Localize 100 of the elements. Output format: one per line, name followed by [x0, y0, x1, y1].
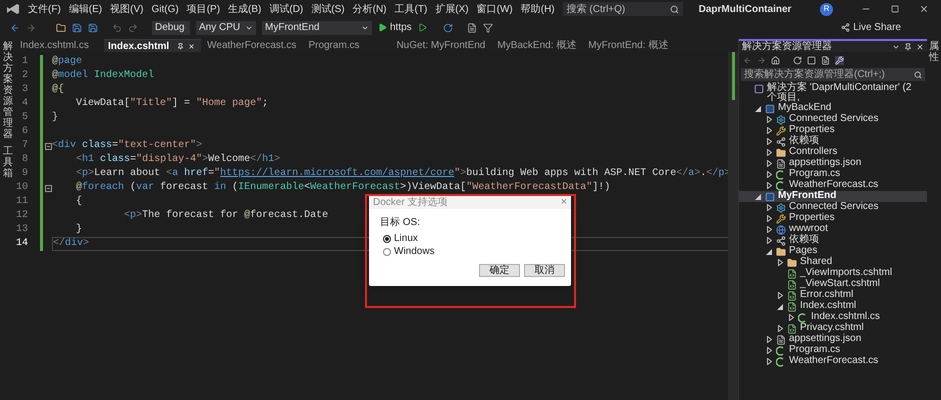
menu-item[interactable]: 项目(P)	[184, 2, 222, 16]
properties-icon[interactable]	[835, 56, 844, 64]
search-field[interactable]: 搜索 (Ctrl+Q)	[562, 2, 683, 16]
collapse-icon[interactable]	[45, 142, 52, 150]
scrollbar[interactable]	[728, 52, 738, 400]
radio-button[interactable]	[383, 235, 391, 243]
collapsed-arrow-icon[interactable]	[766, 358, 772, 365]
undo-icon[interactable]	[112, 22, 122, 32]
tree-item[interactable]: Index.cshtml.cs	[739, 312, 927, 323]
expanded-arrow-icon[interactable]	[755, 194, 761, 200]
menu-item[interactable]: 视图(V)	[108, 2, 146, 16]
menu-item[interactable]: 文件(F)	[26, 2, 63, 16]
tree-item[interactable]: MyFrontEnd	[739, 191, 927, 202]
tree-item[interactable]: appsettings.json	[739, 334, 927, 345]
pin-icon[interactable]	[177, 42, 184, 50]
menu-item[interactable]: 生成(B)	[226, 2, 264, 16]
tree-item[interactable]: Index.cshtml	[739, 301, 927, 312]
app-logo-icon[interactable]	[6, 3, 20, 15]
tree-item[interactable]: Properties	[739, 125, 927, 136]
editor-tab[interactable]: Index.cshtml.cs	[16, 39, 102, 52]
tree-item[interactable]: WeatherForecast.cs	[739, 356, 927, 367]
editor-tab[interactable]: Program.cs	[304, 39, 390, 52]
tree-item[interactable]: Error.cshtml	[739, 290, 927, 301]
collapsed-arrow-icon[interactable]	[766, 215, 772, 222]
maximize-icon[interactable]	[891, 5, 899, 13]
platform-dropdown[interactable]: Any CPU	[196, 20, 256, 34]
collapsed-arrow-icon[interactable]	[778, 259, 782, 266]
tree-item[interactable]: Properties	[739, 213, 927, 224]
expanded-arrow-icon[interactable]	[755, 106, 761, 112]
tree-item[interactable]: WeatherForecast.cs	[739, 180, 927, 191]
menu-item[interactable]: 窗口(W)	[474, 2, 515, 16]
radio-button[interactable]	[383, 248, 391, 256]
run-button[interactable]: https	[378, 20, 412, 35]
collapsed-arrow-icon[interactable]	[766, 149, 772, 156]
side-tab[interactable]: 解决方案资源管理器	[3, 41, 13, 140]
forward-icon[interactable]	[26, 22, 36, 32]
editor-tab[interactable]: MyBackEnd: 概述	[493, 39, 582, 52]
editor-tab[interactable]: WeatherForecast.cs	[203, 39, 302, 52]
menu-item[interactable]: 编辑(E)	[66, 2, 104, 16]
save-all-icon[interactable]	[88, 22, 98, 32]
sync-icon[interactable]	[793, 56, 802, 64]
collapsed-arrow-icon[interactable]	[766, 138, 772, 145]
tree-item[interactable]: Connected Services	[739, 114, 927, 125]
collapse-icon[interactable]	[45, 184, 52, 192]
collapsed-arrow-icon[interactable]	[766, 347, 772, 354]
menu-item[interactable]: 扩展(X)	[433, 2, 471, 16]
collapsed-arrow-icon[interactable]	[766, 336, 772, 343]
close-icon[interactable]	[919, 4, 929, 14]
menu-item[interactable]: 帮助(H)	[518, 2, 557, 16]
pin-icon[interactable]	[904, 42, 912, 50]
tree-item[interactable]: appsettings.json	[739, 158, 927, 169]
collapsed-arrow-icon[interactable]	[766, 182, 772, 189]
forward-icon[interactable]	[757, 56, 766, 64]
configuration-dropdown[interactable]: Debug	[152, 20, 190, 34]
side-tab[interactable]: 属性	[929, 41, 939, 63]
run-without-debug-icon[interactable]	[418, 23, 427, 32]
tree-item[interactable]: MyBackEnd	[739, 103, 927, 114]
collapsed-arrow-icon[interactable]	[766, 204, 772, 211]
close-icon[interactable]	[916, 42, 924, 50]
tree-item[interactable]: 依赖项	[739, 235, 927, 246]
back-icon[interactable]	[10, 22, 20, 32]
collapsed-arrow-icon[interactable]	[766, 127, 772, 134]
expanded-arrow-icon[interactable]	[777, 304, 783, 310]
menu-item[interactable]: 工具(T)	[392, 2, 430, 16]
tree-item[interactable]: 解决方案 'DaprMultiContainer' (2 个项目,	[739, 83, 927, 103]
tree-item[interactable]: Pages	[739, 246, 927, 257]
collapsed-arrow-icon[interactable]	[778, 292, 782, 299]
startup-project-dropdown[interactable]: MyFrontEnd	[262, 20, 372, 34]
collapsed-arrow-icon[interactable]	[778, 325, 782, 332]
tree-item[interactable]: Shared	[739, 257, 927, 268]
save-icon[interactable]	[72, 22, 82, 32]
collapsed-arrow-icon[interactable]	[766, 226, 772, 233]
tree-item[interactable]: Connected Services	[739, 202, 927, 213]
side-tab[interactable]: 工具箱	[3, 146, 13, 179]
tree-item[interactable]: wwwroot	[739, 224, 927, 235]
refresh-icon[interactable]	[442, 22, 453, 32]
editor-tab[interactable]: Index.cshtml	[104, 39, 202, 52]
collapsed-arrow-icon[interactable]	[766, 237, 772, 244]
tree-item[interactable]: Program.cs	[739, 345, 927, 356]
search-field[interactable]: 搜索解决方案资源管理器(Ctrl+;)	[741, 68, 925, 81]
filter-icon[interactable]	[482, 22, 493, 32]
tree-item[interactable]: 依赖项	[739, 136, 927, 147]
open-folder-icon[interactable]	[56, 22, 66, 32]
back-icon[interactable]	[743, 56, 752, 64]
dialog-button[interactable]: 确定	[479, 264, 520, 277]
tree-item[interactable]: _ViewImports.cshtml	[739, 268, 927, 279]
menu-item[interactable]: 分析(N)	[350, 2, 388, 16]
tree-item[interactable]: Controllers	[739, 147, 927, 158]
show-files-icon[interactable]	[821, 56, 830, 64]
dialog-button[interactable]: 取消	[524, 264, 565, 277]
menu-item[interactable]: Git(G)	[149, 2, 181, 16]
redo-icon[interactable]	[128, 22, 138, 32]
tree-item[interactable]: _ViewStart.cshtml	[739, 279, 927, 290]
editor-tab[interactable]: MyFrontEnd: 概述	[584, 39, 674, 52]
collapsed-arrow-icon[interactable]	[766, 116, 772, 123]
avatar[interactable]: R	[820, 2, 833, 16]
home-icon[interactable]	[771, 56, 780, 64]
collapsed-arrow-icon[interactable]	[766, 160, 772, 167]
live-share-button[interactable]: Live Share	[841, 20, 901, 35]
toolbar-tool-icon[interactable]	[466, 22, 477, 32]
